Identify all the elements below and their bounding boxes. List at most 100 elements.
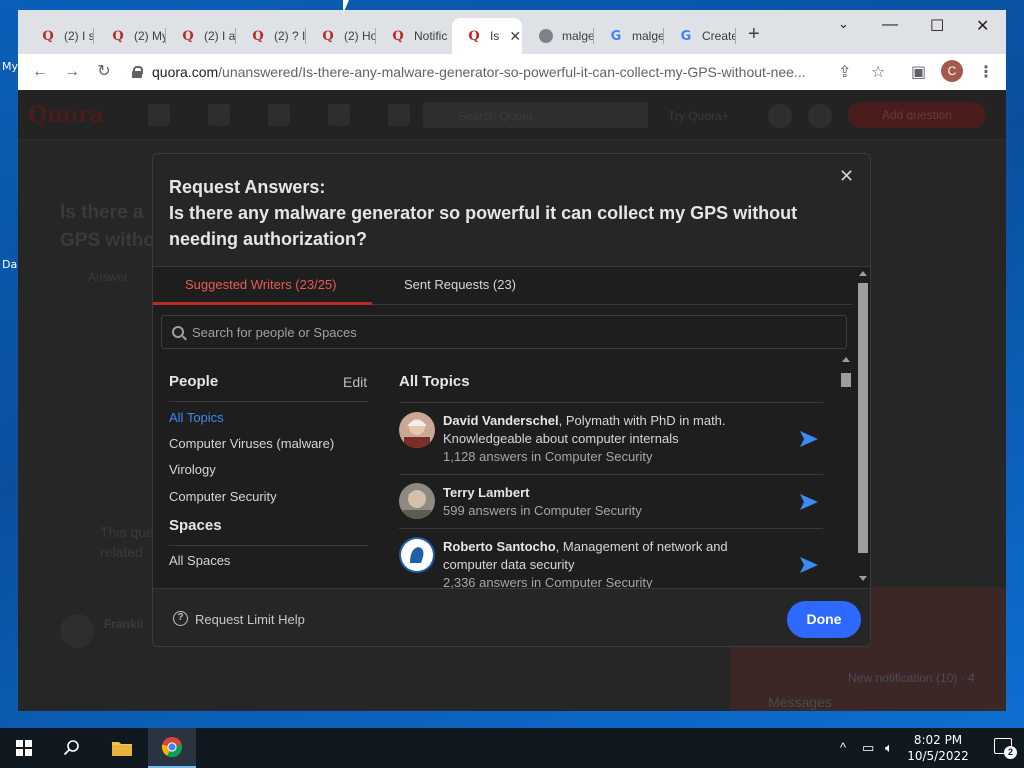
- forward-arrow-icon[interactable]: →: [60, 60, 84, 84]
- lock-icon: [132, 66, 143, 78]
- people-search-input[interactable]: [192, 324, 792, 340]
- browser-tab[interactable]: G Create: [664, 22, 736, 50]
- question-title-dimmed: GPS witho: [60, 230, 155, 251]
- browser-tab[interactable]: malge: [524, 22, 594, 50]
- writer-details: Roberto Santocho, Management of network …: [443, 538, 783, 592]
- start-button[interactable]: [0, 728, 48, 768]
- try-quora-plus: Try Quora+: [668, 109, 729, 123]
- tab-suggested-writers[interactable]: Suggested Writers (23/25): [185, 277, 337, 292]
- space-all-spaces[interactable]: All Spaces: [169, 553, 230, 568]
- side-panel-icon[interactable]: ▣: [911, 62, 926, 82]
- send-request-icon[interactable]: [799, 492, 819, 512]
- request-limit-help-link[interactable]: Request Limit Help: [195, 612, 305, 627]
- minimize-icon[interactable]: —: [882, 16, 898, 34]
- writer-avatar: [399, 537, 435, 573]
- search-icon: [172, 326, 184, 338]
- close-tab-icon[interactable]: ✕: [509, 28, 521, 45]
- back-arrow-icon[interactable]: ←: [28, 60, 52, 84]
- show-hidden-icons-chevron-icon[interactable]: ^: [840, 740, 846, 755]
- browser-tab[interactable]: Q (2) ? I: [236, 22, 306, 50]
- writer-stats: 1,128 answers in Computer Security: [443, 449, 653, 464]
- scroll-up-arrow-icon[interactable]: [842, 357, 850, 362]
- messages-label-dimmed: Messages: [768, 694, 832, 710]
- taskbar-search-button[interactable]: [48, 728, 96, 768]
- search-icon: [63, 740, 79, 756]
- mouse-cursor-icon: [343, 0, 349, 14]
- add-question-button-dimmed: Add question: [848, 102, 986, 128]
- scrollbar-thumb[interactable]: [841, 373, 851, 387]
- bookmark-star-icon[interactable]: ☆: [871, 62, 885, 82]
- action-center-icon[interactable]: 2: [994, 738, 1017, 759]
- browser-tab-active[interactable]: Q Is ✕: [452, 18, 522, 54]
- quora-search-dimmed: [423, 102, 648, 128]
- browser-tab[interactable]: Q (2) I a: [166, 22, 236, 50]
- writer-name[interactable]: Terry Lambert: [443, 485, 529, 500]
- send-request-icon[interactable]: [799, 429, 819, 449]
- send-request-icon[interactable]: [799, 555, 819, 575]
- new-tab-plus-icon[interactable]: +: [748, 23, 760, 46]
- people-heading: People: [169, 373, 219, 390]
- scroll-down-arrow-icon[interactable]: [859, 576, 867, 581]
- maximize-icon[interactable]: ☐: [930, 16, 944, 36]
- topic-computer-security[interactable]: Computer Security: [169, 489, 277, 504]
- google-favicon-icon: G: [610, 28, 622, 44]
- related-snippet-dimmed: This que: [100, 524, 154, 540]
- system-clock[interactable]: 8:02 PM 10/5/2022: [904, 732, 972, 764]
- taskbar-file-explorer[interactable]: [98, 728, 146, 768]
- quora-favicon-icon: Q: [468, 28, 480, 44]
- help-question-icon[interactable]: ?: [173, 611, 188, 626]
- writer-details: David Vanderschel, Polymath with PhD in …: [443, 412, 783, 466]
- close-window-icon[interactable]: ✕: [976, 16, 989, 36]
- url-text: quora.com/unanswered/Is-there-any-malwar…: [152, 64, 806, 80]
- browser-tab[interactable]: Q (2) I s: [26, 22, 94, 50]
- writer-avatar: [399, 412, 435, 448]
- desktop-icon-label[interactable]: My: [2, 60, 18, 73]
- scrollbar-thumb[interactable]: [858, 283, 868, 553]
- tab-sent-requests[interactable]: Sent Requests (23): [404, 277, 516, 292]
- quora-favicon-icon: Q: [252, 28, 264, 44]
- chrome-icon: [161, 737, 183, 758]
- writer-stats: 599 answers in Computer Security: [443, 503, 642, 518]
- reload-icon[interactable]: ↻: [92, 60, 116, 84]
- browser-tab[interactable]: Q Notific: [376, 22, 450, 50]
- question-title-dimmed: Is there a: [60, 202, 144, 223]
- edit-link[interactable]: Edit: [343, 374, 367, 390]
- writer-avatar: [399, 483, 435, 519]
- notifications-icon: [388, 104, 410, 126]
- topic-all-topics[interactable]: All Topics: [169, 410, 224, 425]
- user-name-dimmed: Frankli: [104, 617, 144, 631]
- share-icon[interactable]: ⇪: [838, 62, 851, 82]
- close-modal-icon[interactable]: ✕: [839, 166, 854, 187]
- browser-tab[interactable]: Q (2) My: [96, 22, 166, 50]
- writers-scrollbar[interactable]: [839, 353, 853, 575]
- address-bar[interactable]: quora.com/unanswered/Is-there-any-malwar…: [128, 57, 888, 87]
- topic-computer-viruses[interactable]: Computer Viruses (malware): [169, 436, 334, 451]
- writer-name[interactable]: David Vanderschel: [443, 413, 559, 428]
- quora-favicon-icon: Q: [322, 28, 334, 44]
- globe-icon: [538, 28, 554, 44]
- writer-name[interactable]: Roberto Santocho: [443, 539, 556, 554]
- profile-avatar[interactable]: C: [941, 60, 963, 82]
- scroll-up-arrow-icon[interactable]: [859, 271, 867, 276]
- done-button[interactable]: Done: [787, 601, 861, 638]
- browser-tab[interactable]: Q (2) Ho: [306, 22, 376, 50]
- people-search-field[interactable]: [161, 315, 847, 349]
- quora-search-label: Search Quora: [458, 109, 533, 123]
- desktop-icon-label[interactable]: Da: [2, 258, 17, 271]
- network-icon[interactable]: ▭: [862, 740, 874, 756]
- kebab-menu-icon[interactable]: ⋮: [978, 62, 994, 82]
- modal-scrollbar[interactable]: [856, 267, 870, 589]
- modal-tabs: Suggested Writers (23/25) Sent Requests …: [153, 267, 853, 305]
- google-favicon-icon: G: [680, 28, 692, 44]
- tab-search-chevron-icon[interactable]: ⌄: [838, 16, 849, 32]
- topic-virology[interactable]: Virology: [169, 462, 216, 477]
- quora-favicon-icon: Q: [182, 28, 194, 44]
- user-avatar-dimmed: [768, 104, 792, 128]
- taskbar-chrome[interactable]: [148, 728, 196, 768]
- quora-favicon-icon: Q: [42, 28, 54, 44]
- windows-logo-icon: [16, 740, 32, 756]
- volume-icon[interactable]: 🔈︎: [885, 740, 893, 756]
- new-notification-dimmed: New notification (10) · 4: [848, 671, 975, 685]
- browser-tab[interactable]: Gmalge: [594, 22, 664, 50]
- quora-favicon-icon: Q: [392, 28, 404, 44]
